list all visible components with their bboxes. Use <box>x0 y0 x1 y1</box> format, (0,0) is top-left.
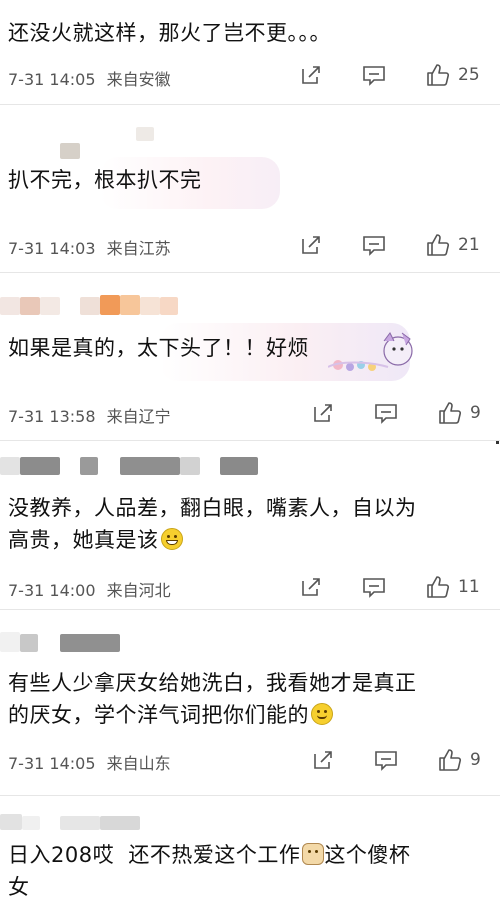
comment-item: 日入208哎 还不热爱这个工作 这个傻杯 女 <box>0 796 500 905</box>
smile-emoji-icon <box>311 703 333 725</box>
comment-item: 还没火就这样，那火了岂不更。。。 7-31 14:05 来自安徽 25 <box>0 0 500 104</box>
comment-actions: 9 <box>312 748 481 772</box>
like-count: 9 <box>470 750 481 770</box>
like-button[interactable]: 25 <box>426 63 480 87</box>
comment-meta: 7-31 14:03 来自江苏 <box>8 235 171 259</box>
comment-icon <box>374 402 398 424</box>
comment-text-line: 女 <box>8 875 30 899</box>
share-icon <box>300 576 322 598</box>
share-icon <box>300 64 322 86</box>
share-button[interactable] <box>300 64 322 86</box>
comment-text: 扒不完，根本扒不完 <box>8 168 202 192</box>
comment-icon <box>362 576 386 598</box>
comment-meta: 7-31 14:05 来自安徽 <box>8 66 171 90</box>
comment-item: 扒不完，根本扒不完 7-31 14:03 来自江苏 21 <box>0 105 500 270</box>
like-button[interactable]: 9 <box>438 748 481 772</box>
comment-date: 7-31 14:00 <box>8 581 96 600</box>
comment-meta: 7-31 13:58 来自辽宁 <box>8 403 171 427</box>
share-icon <box>300 234 322 256</box>
like-count: 25 <box>458 65 480 85</box>
comment-button[interactable] <box>374 749 398 771</box>
comment-location: 来自河北 <box>106 581 171 600</box>
comment-meta: 7-31 14:00 来自河北 <box>8 577 171 601</box>
share-button[interactable] <box>312 402 334 424</box>
thumbs-up-icon <box>426 63 450 87</box>
like-count: 21 <box>458 235 480 255</box>
comment-button[interactable] <box>374 402 398 424</box>
comment-item: 有些人少拿厌女给她洗白，我看她才是真正 的厌女，学个洋气词把你们能的 7-31 … <box>0 610 500 790</box>
comment-text: 如果是真的，太下头了！！好烦 <box>8 336 309 360</box>
comment-button[interactable] <box>362 64 386 86</box>
comment-actions: 9 <box>312 401 481 425</box>
comment-icon <box>362 234 386 256</box>
comment-item: 没教养，人品差，翻白眼，嘴素人，自以为 高贵，她真是该 7-31 14:00 来… <box>0 441 500 609</box>
comment-actions: 11 <box>300 575 480 599</box>
thumbs-up-icon <box>438 748 462 772</box>
comment-location: 来自山东 <box>106 754 171 773</box>
comment-actions: 21 <box>300 233 480 257</box>
comment-icon <box>374 749 398 771</box>
share-icon <box>312 402 334 424</box>
comment-text-line: 日入208哎 还不热爱这个工作 这个傻杯 <box>8 843 411 867</box>
comment-button[interactable] <box>362 576 386 598</box>
share-button[interactable] <box>300 234 322 256</box>
comment-text-line: 的厌女，学个洋气词把你们能的 <box>8 700 333 730</box>
thumbs-up-icon <box>438 401 462 425</box>
thumbs-up-icon <box>426 233 450 257</box>
comment-date: 7-31 13:58 <box>8 407 96 426</box>
comment-text-line: 没教养，人品差，翻白眼，嘴素人，自以为 <box>8 496 417 520</box>
share-button[interactable] <box>300 576 322 598</box>
comment-icon <box>362 64 386 86</box>
like-button[interactable]: 21 <box>426 233 480 257</box>
comment-location: 来自安徽 <box>106 70 171 89</box>
comment-date: 7-31 14:03 <box>8 239 96 258</box>
comment-location: 来自辽宁 <box>106 407 171 426</box>
share-button[interactable] <box>312 749 334 771</box>
grin-emoji-icon <box>160 528 183 550</box>
comment-meta: 7-31 14:05 来自山东 <box>8 750 171 774</box>
comment-text: 还没火就这样，那火了岂不更。。。 <box>8 21 331 45</box>
comment-button[interactable] <box>362 234 386 256</box>
like-button[interactable]: 9 <box>438 401 481 425</box>
comment-actions: 25 <box>300 63 480 87</box>
cat-emoji-icon <box>302 843 325 865</box>
comment-item: 如果是真的，太下头了！！好烦 7-31 13:58 来自辽宁 9 <box>0 273 500 438</box>
comment-date: 7-31 14:05 <box>8 70 96 89</box>
comment-date: 7-31 14:05 <box>8 754 96 773</box>
cartoon-sticker <box>327 325 416 381</box>
comment-location: 来自江苏 <box>106 239 171 258</box>
share-icon <box>312 749 334 771</box>
comment-text-line: 高贵，她真是该 <box>8 525 183 555</box>
like-count: 9 <box>470 403 481 423</box>
like-count: 11 <box>458 577 480 597</box>
thumbs-up-icon <box>426 575 450 599</box>
like-button[interactable]: 11 <box>426 575 480 599</box>
comment-text-line: 有些人少拿厌女给她洗白，我看她才是真正 <box>8 671 417 695</box>
